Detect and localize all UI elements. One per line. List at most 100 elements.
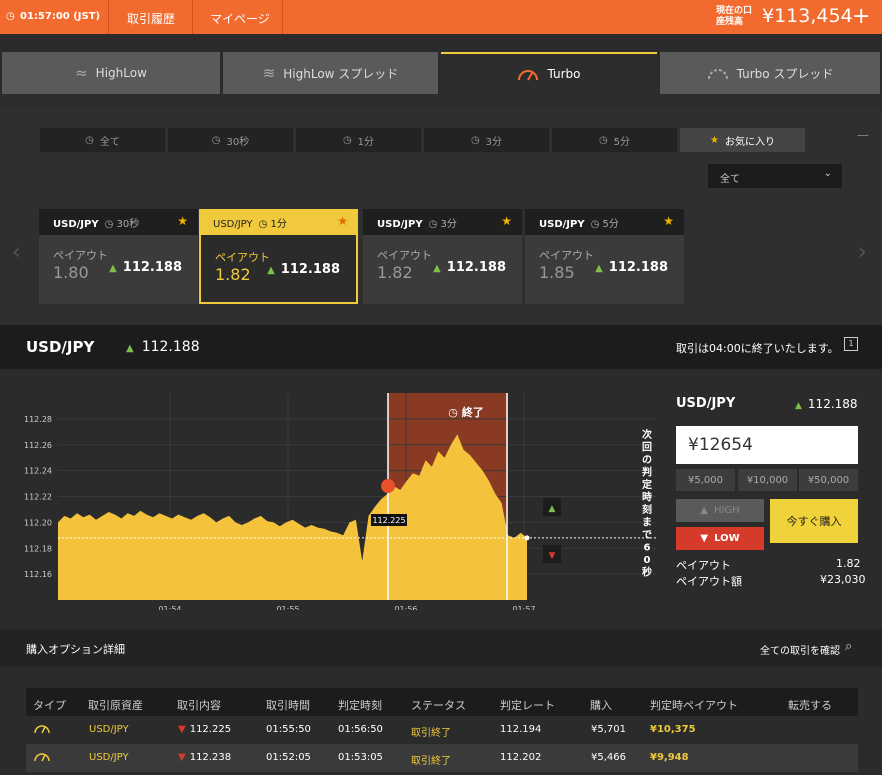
cell-judge-rate: 112.194 (500, 724, 542, 735)
tab-label: Turbo (547, 67, 581, 81)
cell-status: 取引終了 (411, 756, 451, 767)
quick-amount-10000[interactable]: ¥10,000 (738, 469, 797, 491)
down-arrow-icon: ▼ (549, 551, 556, 561)
low-label: LOW (714, 533, 740, 544)
clock-icon: ◷ (470, 134, 480, 146)
card-header: USD/JPY ◷ 5分 ★ (525, 209, 684, 235)
payout-label: ペイアウト (676, 559, 731, 572)
filter-3m[interactable]: ◷ 3分 (424, 128, 549, 152)
high-button[interactable]: ▲ HIGH (676, 499, 764, 522)
countdown-char: 秒 (642, 566, 652, 579)
nav-trade-history[interactable]: 取引履歴 (127, 10, 175, 27)
y-tick-label: 112.26 (24, 441, 52, 450)
collapse-icon[interactable]: — (857, 128, 869, 142)
chevron-left-icon[interactable]: ‹ (12, 240, 21, 265)
star-icon[interactable]: ★ (501, 214, 512, 228)
buy-label: 今すぐ購入 (786, 515, 842, 528)
all-trades-link[interactable]: 全ての取引を確認 (760, 642, 840, 657)
option-card[interactable]: USD/JPY ◷ 5分 ★ ペイアウト 1.85 ▲ 112.188 (525, 209, 684, 304)
low-button[interactable]: ▼ LOW (676, 527, 764, 550)
quick-amount-label: ¥5,000 (688, 474, 723, 486)
filter-all[interactable]: ◷ 全て (40, 128, 165, 152)
option-card[interactable]: USD/JPY ◷ 30秒 ★ ペイアウト 1.80 ▲ 112.188 (39, 209, 198, 304)
quick-amount-label: ¥10,000 (746, 474, 789, 486)
card-header: USD/JPY ◷ 30秒 ★ (39, 209, 198, 235)
cell-purchase: ¥5,701 (591, 724, 626, 735)
tab-highlow-spread[interactable]: ≋ HighLow スプレッド (223, 52, 438, 94)
speedometer-icon (34, 725, 50, 734)
y-tick-label: 112.18 (24, 544, 52, 553)
countdown-char: の (642, 455, 652, 466)
filter-label: 全て (99, 136, 120, 148)
clock-icon: ◷ (6, 11, 15, 22)
countdown-char: 次 (642, 428, 652, 441)
tab-turbo-spread[interactable]: Turbo スプレッド (660, 52, 880, 94)
up-arrow-icon: ▲ (549, 504, 556, 514)
filter-favorites[interactable]: ★ お気に入り (680, 128, 805, 152)
tab-label: Turbo スプレッド (736, 66, 834, 81)
current-price-dot (524, 535, 530, 541)
cell-judge-time: 01:56:50 (338, 724, 383, 735)
x-tick-label: 01:57 (512, 605, 535, 610)
filter-1m[interactable]: ◷ 1分 (296, 128, 421, 152)
amount-input[interactable] (676, 426, 858, 464)
countdown-char: 刻 (642, 503, 652, 516)
star-icon: ★ (710, 134, 719, 146)
top-bar: ◷ 01:57:00 (JST) 取引履歴 マイページ 現在の口座残高 ¥113… (0, 0, 882, 34)
filter-label: 30秒 (226, 136, 250, 148)
search-icon[interactable]: ⌕ (845, 639, 852, 654)
y-tick-label: 112.24 (24, 467, 52, 476)
cell-asset: USD/JPY (89, 752, 129, 763)
option-card[interactable]: USD/JPY ◷ 3分 ★ ペイアウト 1.82 ▲ 112.188 (363, 209, 522, 304)
down-arrow-icon: ▼ (178, 752, 186, 763)
th-status: ステータス (411, 699, 466, 712)
countdown-char: で (642, 529, 652, 541)
star-icon[interactable]: ★ (337, 214, 348, 228)
card-pair: USD/JPY (53, 219, 99, 230)
expand-icon[interactable]: 1 (844, 337, 858, 351)
card-payout: 1.82 (215, 265, 251, 284)
speedometer-dashed-icon (707, 69, 728, 80)
buy-now-button[interactable]: 今すぐ購入 (770, 499, 858, 543)
th-judge-time: 判定時刻 (338, 699, 382, 712)
waves-spread-icon: ≋ (262, 64, 276, 82)
card-duration: ◷ 1分 (258, 219, 287, 230)
nav-mypage[interactable]: マイページ (210, 10, 270, 27)
asset-dropdown[interactable]: 全て ⌄ (708, 164, 842, 188)
card-duration: ◷ 30秒 (104, 219, 140, 230)
table-row[interactable]: USD/JPY ▼ 112.238 01:52:05 01:53:05 取引終了 … (26, 744, 858, 772)
trading-end-notice: 取引は04:00に終了いたします。 (676, 342, 839, 355)
clock-icon: ◷ (85, 134, 94, 146)
option-card-selected[interactable]: USD/JPY ◷ 1分 ★ ペイアウト 1.82 ▲ 112.188 (199, 209, 358, 304)
deposit-plus-button[interactable]: + (852, 4, 870, 29)
tab-label: HighLow スプレッド (283, 66, 399, 81)
star-icon[interactable]: ★ (177, 214, 188, 228)
quick-amount-5000[interactable]: ¥5,000 (676, 469, 735, 491)
clock-icon: ◷ (211, 134, 221, 146)
cell-purchase: ¥5,466 (591, 752, 626, 763)
spacer (0, 34, 882, 50)
th-content: 取引内容 (177, 699, 221, 712)
table-row[interactable]: USD/JPY ▼ 112.225 01:55:50 01:56:50 取引終了 … (26, 716, 858, 744)
details-bar (0, 629, 882, 667)
product-tabs: ≈ HighLow ≋ HighLow スプレッド Turbo Turbo スプ… (0, 52, 882, 94)
filter-30s[interactable]: ◷ 30秒 (168, 128, 293, 152)
cell-judge-rate: 112.202 (500, 752, 542, 763)
chevron-right-icon[interactable]: › (858, 240, 867, 265)
waves-icon: ≈ (75, 64, 88, 82)
dropdown-value: 全て (720, 174, 740, 185)
payout-amount-value: ¥23,030 (820, 573, 866, 586)
y-tick-label: 112.28 (24, 415, 52, 424)
th-type: タイプ (33, 699, 66, 712)
tab-turbo[interactable]: Turbo (441, 52, 657, 94)
card-duration: ◷ 3分 (428, 219, 457, 230)
tab-highlow[interactable]: ≈ HighLow (2, 52, 220, 94)
up-arrow-icon: ▲ (595, 263, 603, 274)
up-arrow-icon: ▲ (109, 263, 117, 274)
star-icon[interactable]: ★ (663, 214, 674, 228)
countdown-char: 回 (642, 442, 652, 454)
card-payout-label: ペイアウト (377, 249, 432, 262)
pair-title: USD/JPY (26, 338, 95, 356)
filter-5m[interactable]: ◷ 5分 (552, 128, 677, 152)
quick-amount-50000[interactable]: ¥50,000 (799, 469, 858, 491)
